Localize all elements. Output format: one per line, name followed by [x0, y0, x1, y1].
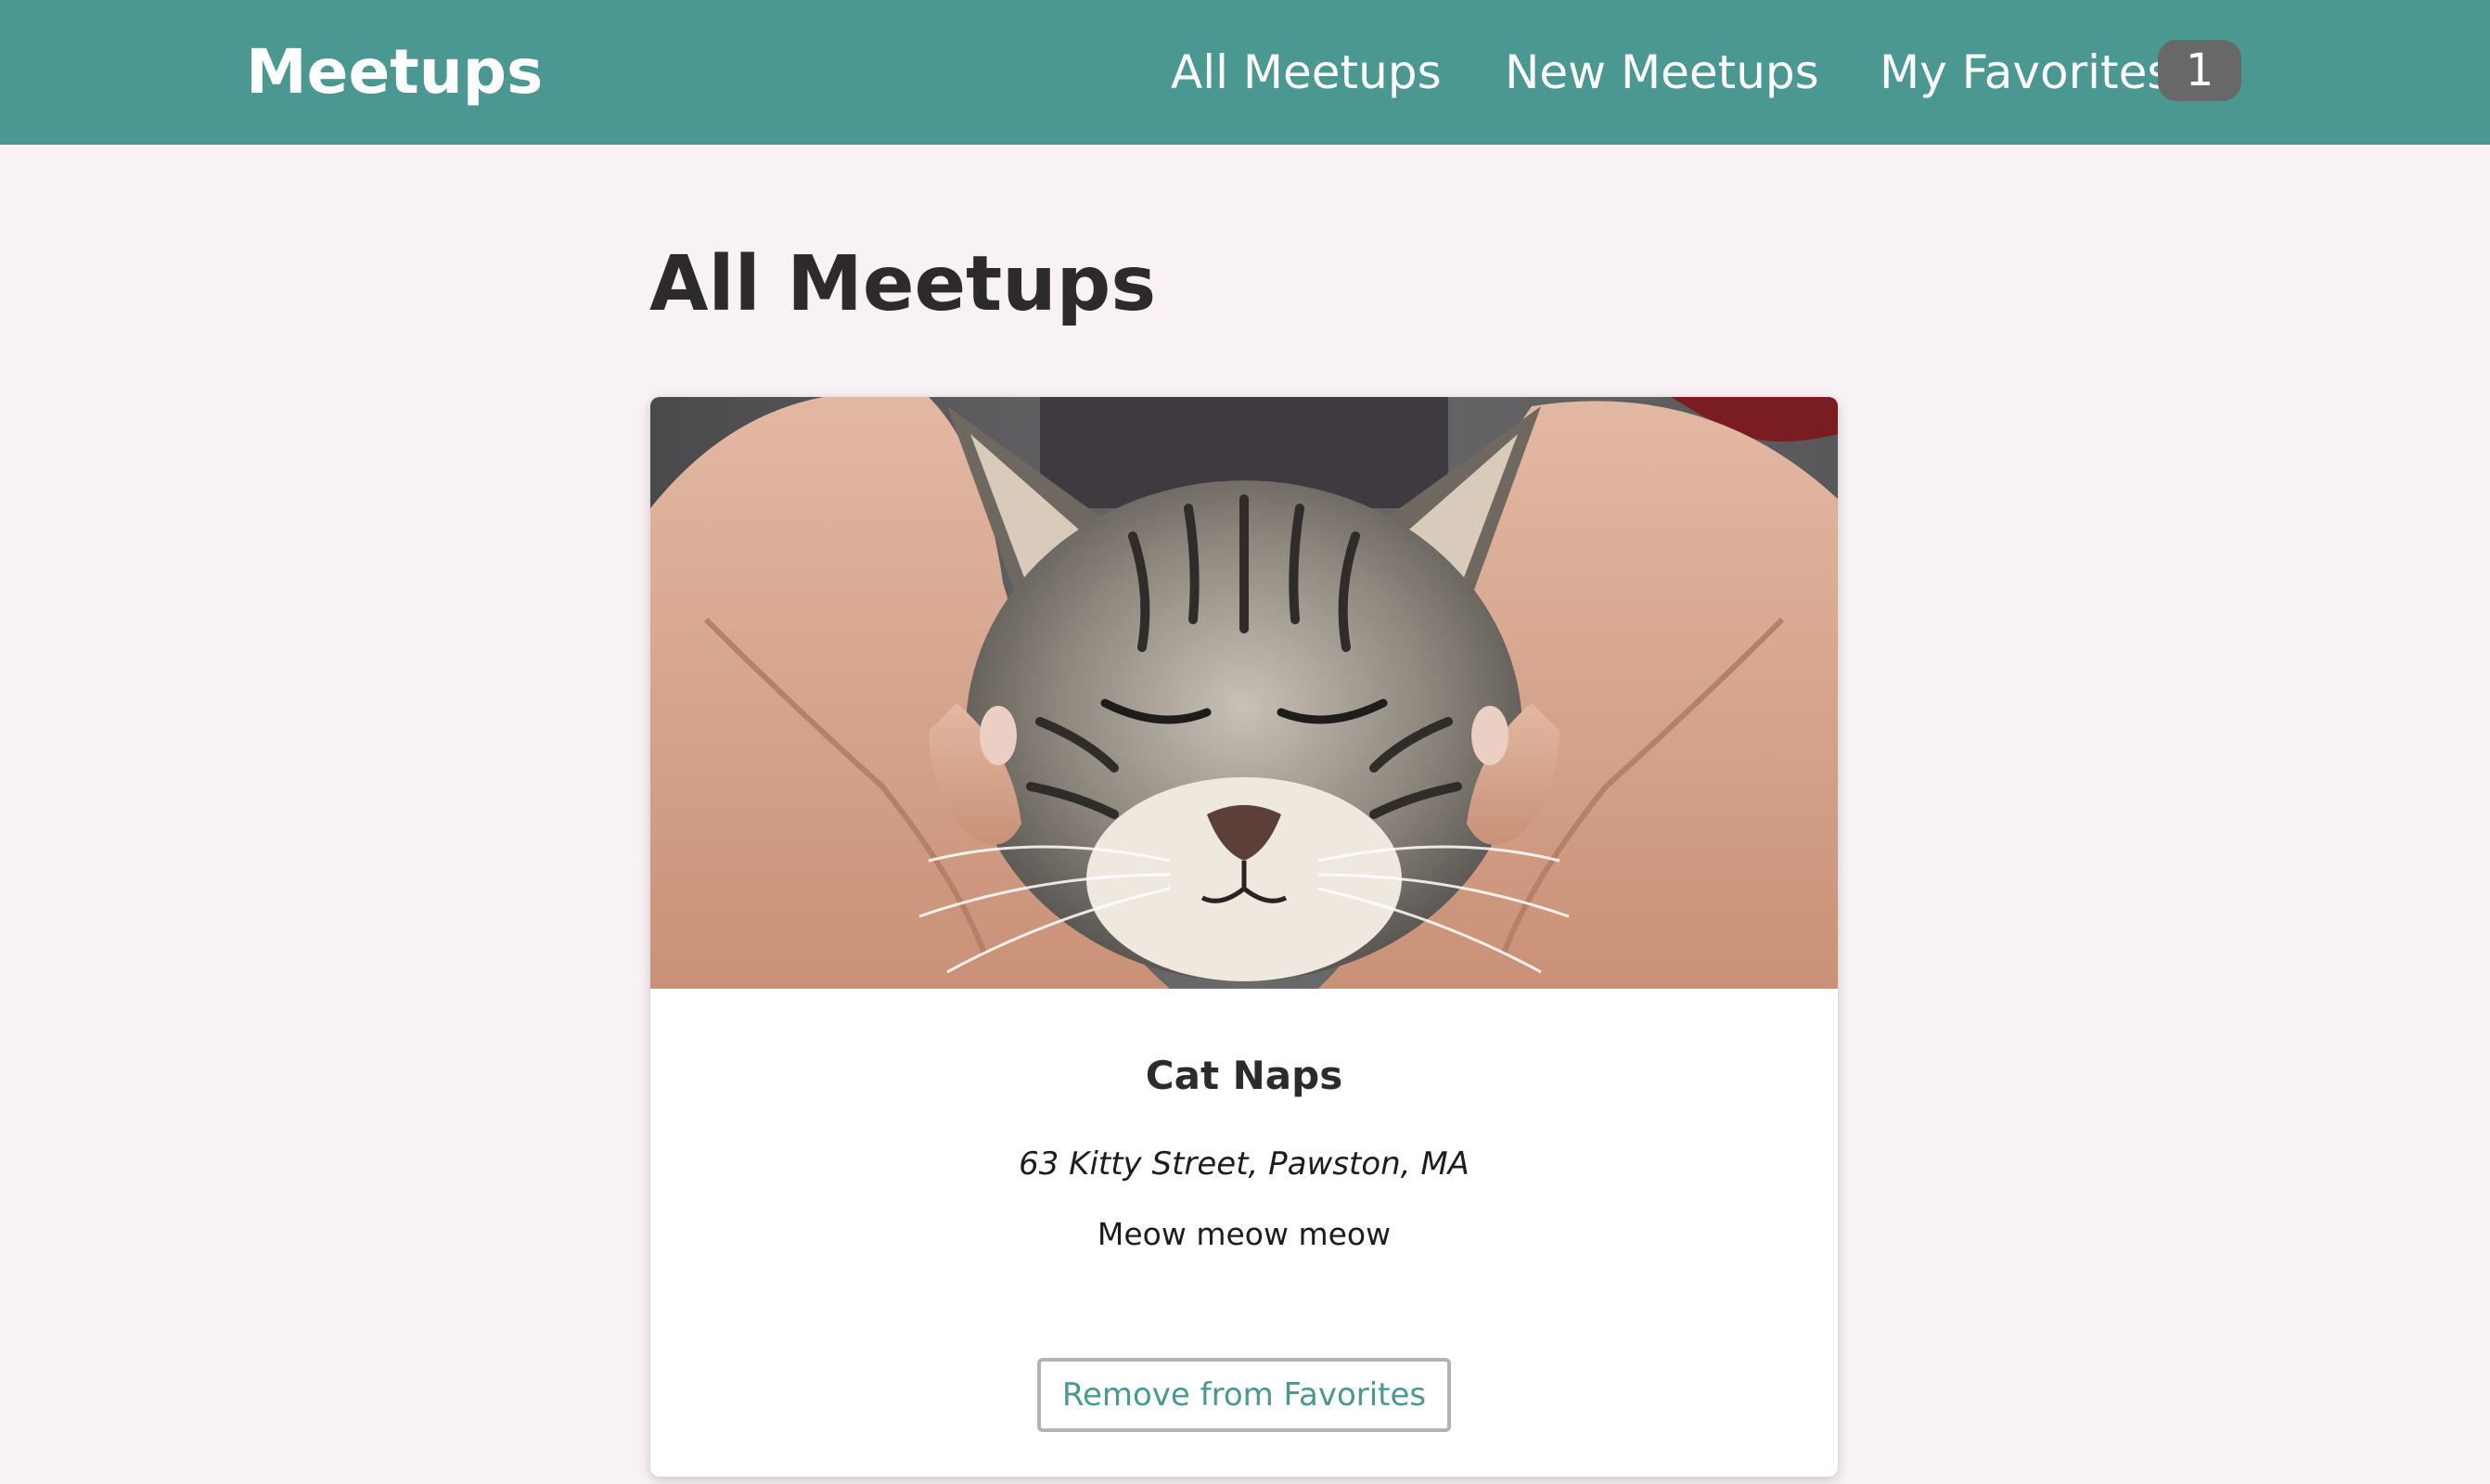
favorites-count-badge: 1 [2158, 40, 2241, 101]
meetup-address: 63 Kitty Street, Pawston, MA [1019, 1145, 1470, 1183]
main-header: Meetups All Meetups New Meetups My Favor… [0, 0, 2490, 145]
meetup-card: Cat Naps Remove from Favorites [650, 397, 1838, 1477]
meetup-title: Cat Naps [1145, 1053, 1343, 1098]
nav-all-meetups[interactable]: All Meetups [1171, 31, 1442, 114]
nav-my-favorites[interactable]: My Favorites [1880, 31, 2171, 114]
page-title: All Meetups [649, 240, 1157, 328]
nav-new-meetups[interactable]: New Meetups [1505, 31, 1819, 114]
meetup-description: Meow meow meow [1097, 1216, 1392, 1252]
app-logo: Meetups [246, 36, 544, 108]
cat-photo-icon [650, 397, 1838, 989]
remove-from-favorites-button[interactable]: Remove from Favorites [1037, 1358, 1451, 1432]
